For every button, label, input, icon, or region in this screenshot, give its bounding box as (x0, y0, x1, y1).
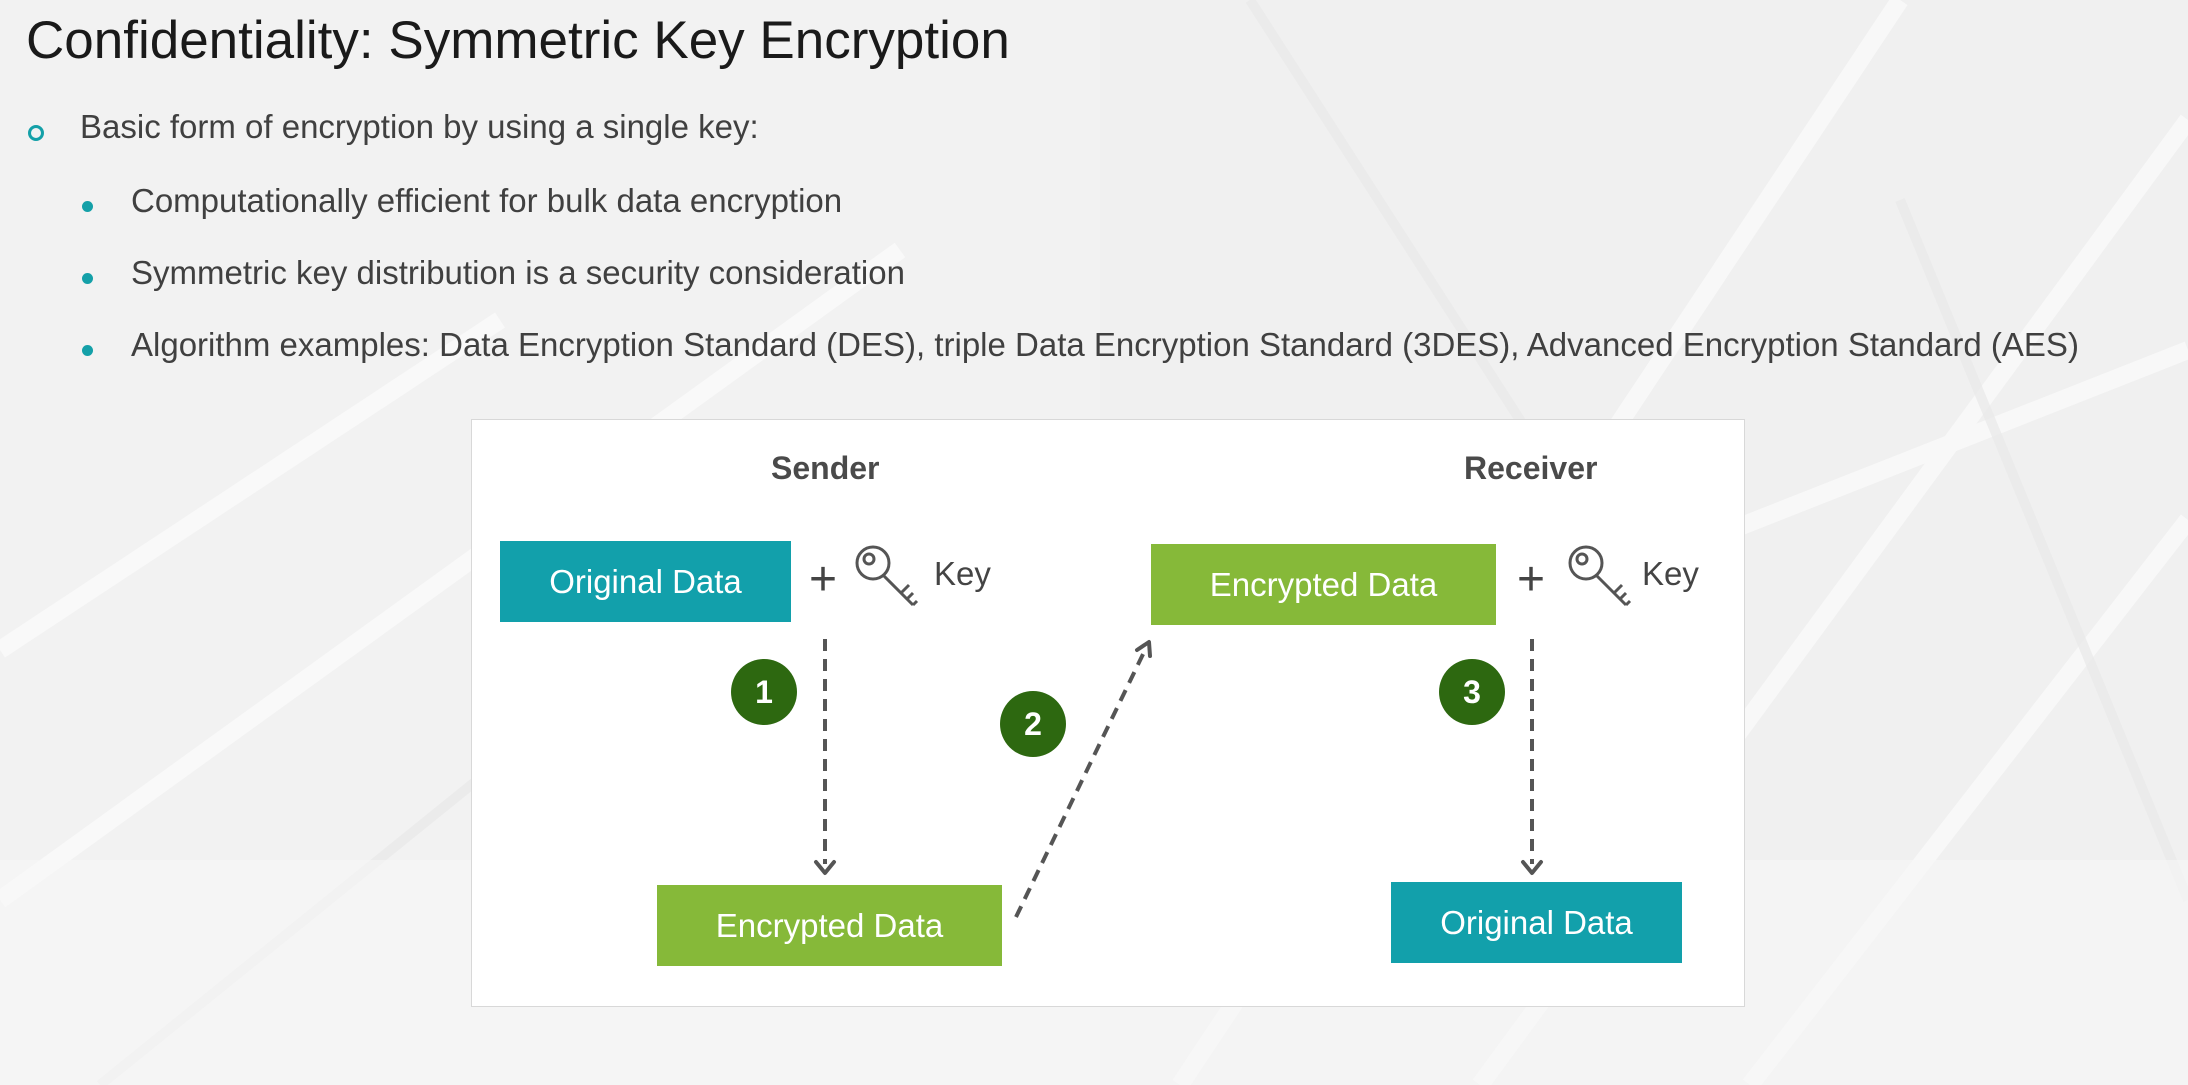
filled-dot-bullet-icon (82, 273, 93, 284)
hollow-circle-bullet-icon (28, 125, 44, 141)
sub-bullet-text: Computationally efficient for bulk data … (131, 182, 843, 219)
receiver-key-label: Key (1642, 555, 1699, 592)
sender-encrypted-data-box: Encrypted Data (657, 885, 1002, 966)
step-2-badge: 2 (1000, 691, 1066, 757)
filled-dot-bullet-icon (82, 201, 93, 212)
step-1-badge: 1 (731, 659, 797, 725)
sender-key-label: Key (934, 555, 991, 592)
receiver-key-icon (1568, 545, 1632, 607)
sub-bullet-text: Symmetric key distribution is a security… (131, 254, 905, 291)
sender-original-data-box: Original Data (500, 541, 791, 622)
sender-label: Sender (771, 450, 880, 486)
slide-title: Confidentiality: Symmetric Key Encryptio… (26, 11, 1010, 70)
step-3-badge: 3 (1439, 659, 1505, 725)
encryption-diagram: Sender Receiver Original Data + Key 1 En… (471, 419, 1745, 1007)
receiver-encrypted-data-box: Encrypted Data (1151, 544, 1496, 625)
filled-dot-bullet-icon (82, 345, 93, 356)
receiver-original-data-box: Original Data (1391, 882, 1682, 963)
receiver-plus-sign: + (1517, 553, 1546, 606)
sub-bullet-text: Algorithm examples: Data Encryption Stan… (131, 326, 2079, 363)
main-bullet-text: Basic form of encryption by using a sing… (80, 108, 759, 145)
receiver-label: Receiver (1464, 450, 1598, 486)
sender-plus-sign: + (809, 553, 838, 606)
sender-key-icon (855, 545, 919, 607)
